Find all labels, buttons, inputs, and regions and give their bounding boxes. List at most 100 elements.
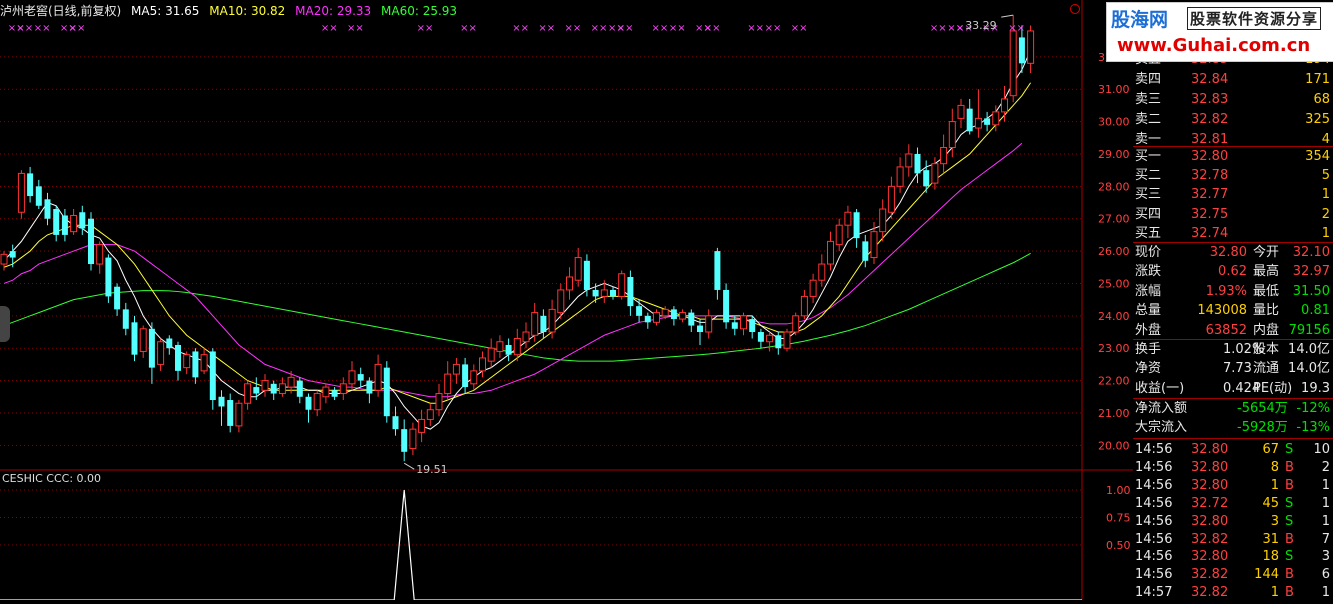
y-tick-label: 30.00	[1098, 116, 1130, 129]
order-price: 32.77	[1191, 187, 1229, 203]
y-tick-label: 25.00	[1098, 277, 1130, 290]
tick-count: 6	[1321, 567, 1330, 583]
candle-body-down	[105, 257, 112, 297]
stat-label: 外盘	[1135, 322, 1162, 338]
stat-label: 内盘	[1253, 322, 1280, 338]
order-price: 32.82	[1191, 112, 1229, 127]
candle-body-down	[357, 374, 364, 381]
candle-body-up	[339, 383, 347, 395]
candle-body-up	[887, 185, 895, 213]
candle-body-up	[827, 240, 834, 265]
candle-body-down	[670, 309, 677, 320]
candle-body-down	[775, 335, 782, 349]
candle-body-down	[44, 199, 51, 219]
candle-body-down	[540, 315, 547, 333]
candle-body-down	[270, 383, 277, 394]
candle-body-down	[148, 328, 155, 368]
flow-label: 大宗流入	[1135, 420, 1188, 436]
stat-value: 7.73	[1223, 361, 1252, 377]
candle-body-up	[548, 308, 556, 333]
y-tick-label: 26.00	[1098, 245, 1130, 258]
tick-price: 32.80	[1191, 442, 1229, 457]
candle-body-up	[870, 231, 878, 259]
order-volume: 1	[1321, 187, 1330, 203]
candle-body-up	[374, 363, 382, 391]
tick-time: 14:56	[1135, 531, 1173, 547]
order-volume: 171	[1305, 72, 1330, 87]
order-level-label: 买二	[1135, 168, 1162, 184]
tick-time: 14:56	[1135, 567, 1173, 583]
candle-body-down	[401, 429, 408, 452]
kline-chart[interactable]: 20.00 21.00 22.00 23.00 24.00 25.00 26.00 27.00…	[0, 0, 1133, 601]
flow-row: 净流入额 -5654万 -12%	[1133, 399, 1333, 418]
indicator-y-tick: 0.75	[1106, 512, 1131, 525]
flow-value: -5654万	[1237, 401, 1288, 416]
candle-body-up	[618, 273, 626, 297]
candle-body-down	[9, 251, 16, 258]
signal-marker: ××	[321, 23, 338, 34]
candle-body-up	[244, 383, 252, 404]
tick-count: 3	[1321, 549, 1330, 565]
tick-volume: 144	[1254, 567, 1279, 583]
tick-count: 2	[1321, 459, 1330, 475]
tick-side: S	[1285, 442, 1294, 457]
candle-body-up	[1027, 30, 1035, 64]
y-tick-label: 24.00	[1098, 310, 1130, 323]
tick-row: 14:56 32.82 144 B 6	[1133, 565, 1333, 584]
stat-value: 32.10	[1292, 245, 1330, 260]
candle-body-up	[940, 146, 948, 165]
stat-label: PE(动)	[1253, 380, 1293, 396]
signal-marker: ××	[347, 23, 364, 34]
candle-body-up	[783, 331, 791, 349]
tick-price: 32.82	[1191, 585, 1229, 601]
candle-body-up	[522, 331, 530, 343]
close-circle-icon[interactable]	[1070, 4, 1080, 14]
tick-time: 14:56	[1135, 495, 1173, 511]
buy-level-row: 买四 32.75 2	[1133, 205, 1333, 224]
kline-chart-area[interactable]: 20.00 21.00 22.00 23.00 24.00 25.00 26.00 27.00…	[0, 0, 1133, 601]
ma60-readout: MA60: 25.93	[381, 4, 458, 18]
order-volume: 2	[1321, 206, 1330, 222]
candle-body-up	[452, 363, 460, 375]
side-collapse-tab[interactable]	[0, 306, 10, 342]
stat-value: 31.50	[1292, 283, 1330, 299]
candle-body-up	[1009, 30, 1017, 97]
signal-marker: ××	[591, 23, 608, 34]
candle-body-up	[766, 334, 774, 343]
candle-body-up	[157, 341, 165, 365]
fundamental-row: 净资 7.73 流通 14.0亿	[1133, 359, 1333, 378]
candle-body-up	[679, 312, 687, 320]
candle-body-down	[723, 289, 730, 323]
flow-row: 大宗流入 -5928万 -13%	[1133, 418, 1333, 437]
signal-marker: ××	[617, 23, 634, 34]
candle-body-up	[879, 208, 887, 233]
candle-body-up	[70, 214, 78, 233]
signal-marker: ××	[1008, 23, 1025, 34]
candle-body-down	[749, 319, 756, 333]
stat-value: 32.80	[1209, 245, 1247, 260]
buy-level-row: 买一 32.80 354	[1133, 147, 1333, 166]
tick-volume: 18	[1262, 549, 1279, 565]
candle-body-down	[88, 218, 94, 265]
tick-side: B	[1285, 585, 1294, 601]
tick-price: 32.82	[1191, 531, 1229, 547]
panel-separator	[1133, 438, 1333, 439]
stat-label: 股本	[1253, 342, 1280, 357]
candle-body-down	[79, 212, 86, 229]
order-price: 32.80	[1191, 149, 1229, 164]
candle-body-up	[17, 172, 25, 213]
candle-body-up	[740, 315, 747, 330]
tick-price: 32.80	[1191, 459, 1229, 475]
candle-body-down	[192, 351, 199, 378]
candle-body-down	[366, 380, 373, 394]
high-pointer	[1001, 14, 1014, 18]
candle-body-up	[313, 393, 321, 411]
tick-time: 14:57	[1135, 585, 1173, 601]
high-label: 33.29	[965, 19, 997, 32]
tick-time: 14:56	[1135, 513, 1173, 529]
tick-row: 14:56 32.80 67 S 10	[1133, 440, 1333, 459]
candle-body-up	[470, 370, 478, 385]
candle-body-down	[757, 332, 764, 342]
stat-label: 现价	[1135, 245, 1162, 260]
signal-marker: ××	[34, 23, 51, 34]
